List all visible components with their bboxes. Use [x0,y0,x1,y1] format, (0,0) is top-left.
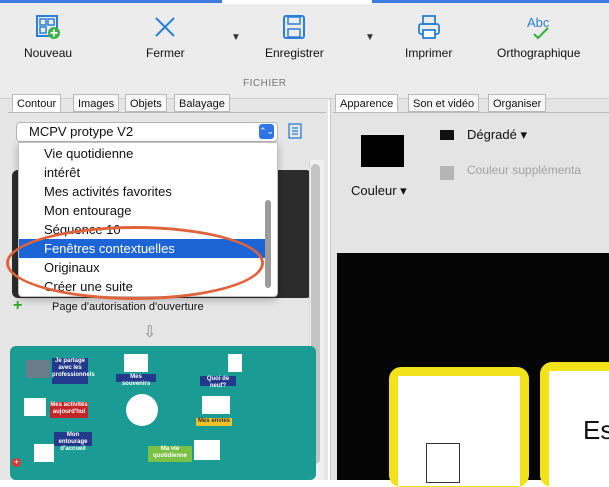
pageset-select[interactable]: MCPV protype V2 [16,122,278,142]
new-grid-icon [36,15,61,39]
toolbar-group-label: FICHIER [243,78,287,89]
page-thumbnail[interactable]: Je partage avec les professionnels Mes s… [10,346,316,480]
preview-cell-text: Es [583,415,609,445]
dropdown-scroll-thumb[interactable] [265,200,271,288]
color-label: Couleur [351,183,397,198]
thumb-card: Mes activités aujourd'hui [50,402,88,418]
extra-color-swatch [440,166,454,180]
select-arrow-icon[interactable]: ⌃⌄ [259,124,274,139]
tab-images[interactable]: Images [73,94,120,112]
tab-objets[interactable]: Objets [125,94,167,112]
titlebar-gap [222,0,372,4]
thumb-photo [228,354,242,372]
save-label: Enregistrer [265,46,324,60]
thumb-card: Mes envies [196,418,232,426]
close-button[interactable]: Fermer [146,14,185,60]
grid-view-icon[interactable] [288,123,302,139]
thumb-photo [194,440,220,460]
thumb-photo [34,444,54,462]
save-button[interactable]: Enregistrer [265,14,324,60]
save-caret-icon[interactable]: ▼ [365,32,375,43]
new-button[interactable]: Nouveau [24,14,72,60]
down-arrow-icon: ⇩ [143,324,157,341]
thumb-photo [26,360,50,378]
new-label: Nouveau [24,46,73,60]
dropdown-option[interactable]: Mon entourage [19,201,267,220]
page-auth-label: Page d'autorisation d'ouverture [52,301,204,313]
thumb-card: Je partage avec les professionnels [52,358,95,384]
preview-cell-image [426,443,460,483]
dropdown-option[interactable]: Vie quotidienne [19,144,267,163]
remove-page-icon[interactable]: + [12,458,21,467]
color-dropdown[interactable]: Couleur ▾ [351,183,407,199]
spellcheck-button[interactable]: Abc Orthographique [497,14,580,60]
thumb-card: Quoi de neuf? [200,376,236,389]
tab-organiser[interactable]: Organiser [488,94,547,112]
gradient-label: Dégradé [467,127,517,142]
thumb-card: Ma vie quotidienne [148,446,192,462]
extra-color-label: Couleur supplémenta [467,163,582,177]
gradient-dropdown[interactable]: Dégradé ▾ [467,127,527,143]
print-label: Imprimer [405,46,453,60]
add-page-icon[interactable]: + [13,297,22,315]
annotation-oval [6,226,264,300]
save-disk-icon [283,15,306,39]
tab-balayage[interactable]: Balayage [174,94,230,112]
spellcheck-icon: Abc [527,15,550,40]
printer-icon [417,15,440,39]
thumb-photo [24,398,46,416]
close-caret-icon[interactable]: ▼ [231,32,241,43]
tab-divider [333,112,609,113]
thumb-photo [202,396,230,414]
close-label: Fermer [146,46,185,60]
tab-son-et-video[interactable]: Son et vidéo [408,94,480,112]
color-swatch[interactable] [361,135,404,167]
spellcheck-label: Orthographique [497,46,581,60]
thumb-circle [126,394,158,426]
tab-divider [8,112,326,113]
dropdown-option[interactable]: intérêt [19,163,267,182]
tab-apparence[interactable]: Apparence [335,94,399,112]
gradient-swatch[interactable] [440,130,454,140]
svg-text:Abc: Abc [527,15,550,30]
thumb-card: Mes souvenirs [116,374,156,387]
dropdown-option[interactable]: Mes activités favorites [19,182,267,201]
thumb-photo [124,354,148,372]
tab-contour[interactable]: Contour [12,94,62,112]
thumb-card: Mon entourage d'accueil [54,432,92,452]
print-button[interactable]: Imprimer [405,14,452,60]
close-x-icon [155,17,176,37]
